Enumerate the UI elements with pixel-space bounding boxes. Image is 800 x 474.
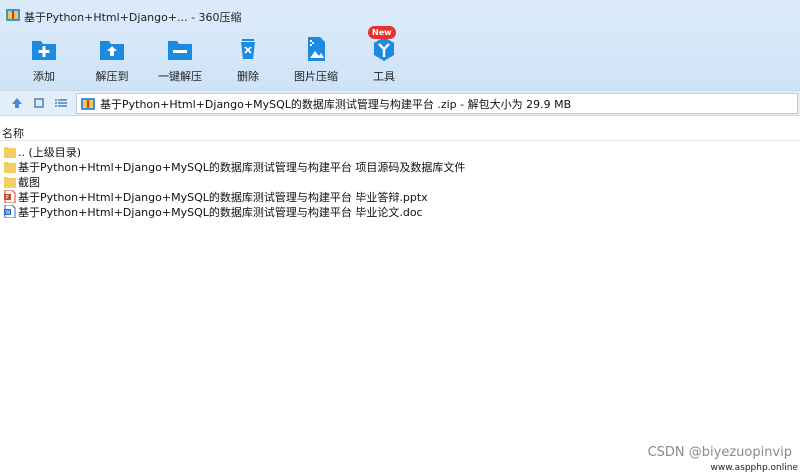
archive-path-text: 基于Python+Html+Django+MySQL的数据库测试管理与构建平台 … — [100, 97, 572, 111]
list-view-icon[interactable] — [54, 96, 68, 110]
window-title: 基于Python+Html+Django+... - 360压缩 — [24, 11, 242, 24]
tools-button-label: 工具 — [373, 70, 395, 83]
folder-icon — [4, 177, 16, 188]
pptx-file-icon: P — [4, 190, 16, 203]
list-item-parent-dir[interactable]: .. (上级目录) — [0, 144, 800, 159]
tools-button[interactable]: New 工具 — [348, 26, 420, 86]
image-compress-button[interactable]: 图片压缩 — [280, 30, 352, 86]
new-badge: New — [368, 26, 396, 39]
list-item-source-folder[interactable]: 基于Python+Html+Django+MySQL的数据库测试管理与构建平台 … — [0, 159, 800, 174]
file-list: 名称 .. (上级目录) 基于Python+Html+Django+MySQL的… — [0, 117, 800, 474]
add-button-label: 添加 — [33, 70, 55, 83]
file-name: 基于Python+Html+Django+MySQL的数据库测试管理与构建平台 … — [18, 190, 428, 204]
extract-to-icon — [100, 41, 124, 60]
one-click-extract-button-label: 一键解压 — [158, 70, 202, 83]
archive-path-field[interactable]: 基于Python+Html+Django+MySQL的数据库测试管理与构建平台 … — [76, 93, 798, 114]
list-item-doc-file[interactable]: W 基于Python+Html+Django+MySQL的数据库测试管理与构建平… — [0, 204, 800, 219]
file-name: 基于Python+Html+Django+MySQL的数据库测试管理与构建平台 … — [18, 205, 423, 219]
zip-archive-icon — [81, 98, 95, 110]
file-name: .. (上级目录) — [18, 145, 82, 159]
list-item-pptx-file[interactable]: P 基于Python+Html+Django+MySQL的数据库测试管理与构建平… — [0, 189, 800, 204]
image-compress-icon — [308, 37, 325, 61]
delete-button-label: 删除 — [237, 70, 259, 83]
add-icon — [32, 41, 56, 60]
thumbnail-view-icon[interactable] — [32, 96, 46, 110]
up-arrow-icon[interactable] — [10, 96, 24, 110]
svg-text:W: W — [5, 210, 10, 216]
svg-text:P: P — [6, 195, 9, 201]
folder-icon — [4, 162, 16, 173]
file-name: 截图 — [18, 175, 40, 189]
csdn-watermark: CSDN @biyezuopinvip — [647, 445, 792, 460]
file-name: 基于Python+Html+Django+MySQL的数据库测试管理与构建平台 … — [18, 160, 466, 174]
extract-to-button[interactable]: 解压到 — [76, 30, 148, 86]
doc-file-icon: W — [4, 205, 16, 218]
site-watermark: www.aspphp.online — [710, 463, 798, 473]
folder-icon — [4, 147, 16, 158]
title-bar: 基于Python+Html+Django+... - 360压缩 — [0, 0, 800, 28]
extract-to-button-label: 解压到 — [95, 70, 129, 83]
column-header-label: 名称 — [2, 127, 24, 140]
navigation-bar: 基于Python+Html+Django+MySQL的数据库测试管理与构建平台 … — [0, 90, 800, 116]
image-compress-button-label: 图片压缩 — [294, 70, 338, 83]
one-click-extract-button[interactable]: 一键解压 — [144, 30, 216, 86]
toolbar: 添加 解压到 一键解压 删除 图片压缩 New 工具 — [0, 26, 800, 86]
top-header: 基于Python+Html+Django+... - 360压缩 添加 解压到 … — [0, 0, 800, 90]
delete-icon — [241, 39, 255, 59]
one-click-extract-icon — [168, 41, 192, 60]
column-header-name[interactable]: 名称 — [0, 117, 800, 141]
delete-button[interactable]: 删除 — [212, 30, 284, 86]
archive-app-icon — [6, 9, 20, 21]
add-button[interactable]: 添加 — [8, 30, 80, 86]
list-item-screenshots-folder[interactable]: 截图 — [0, 174, 800, 189]
